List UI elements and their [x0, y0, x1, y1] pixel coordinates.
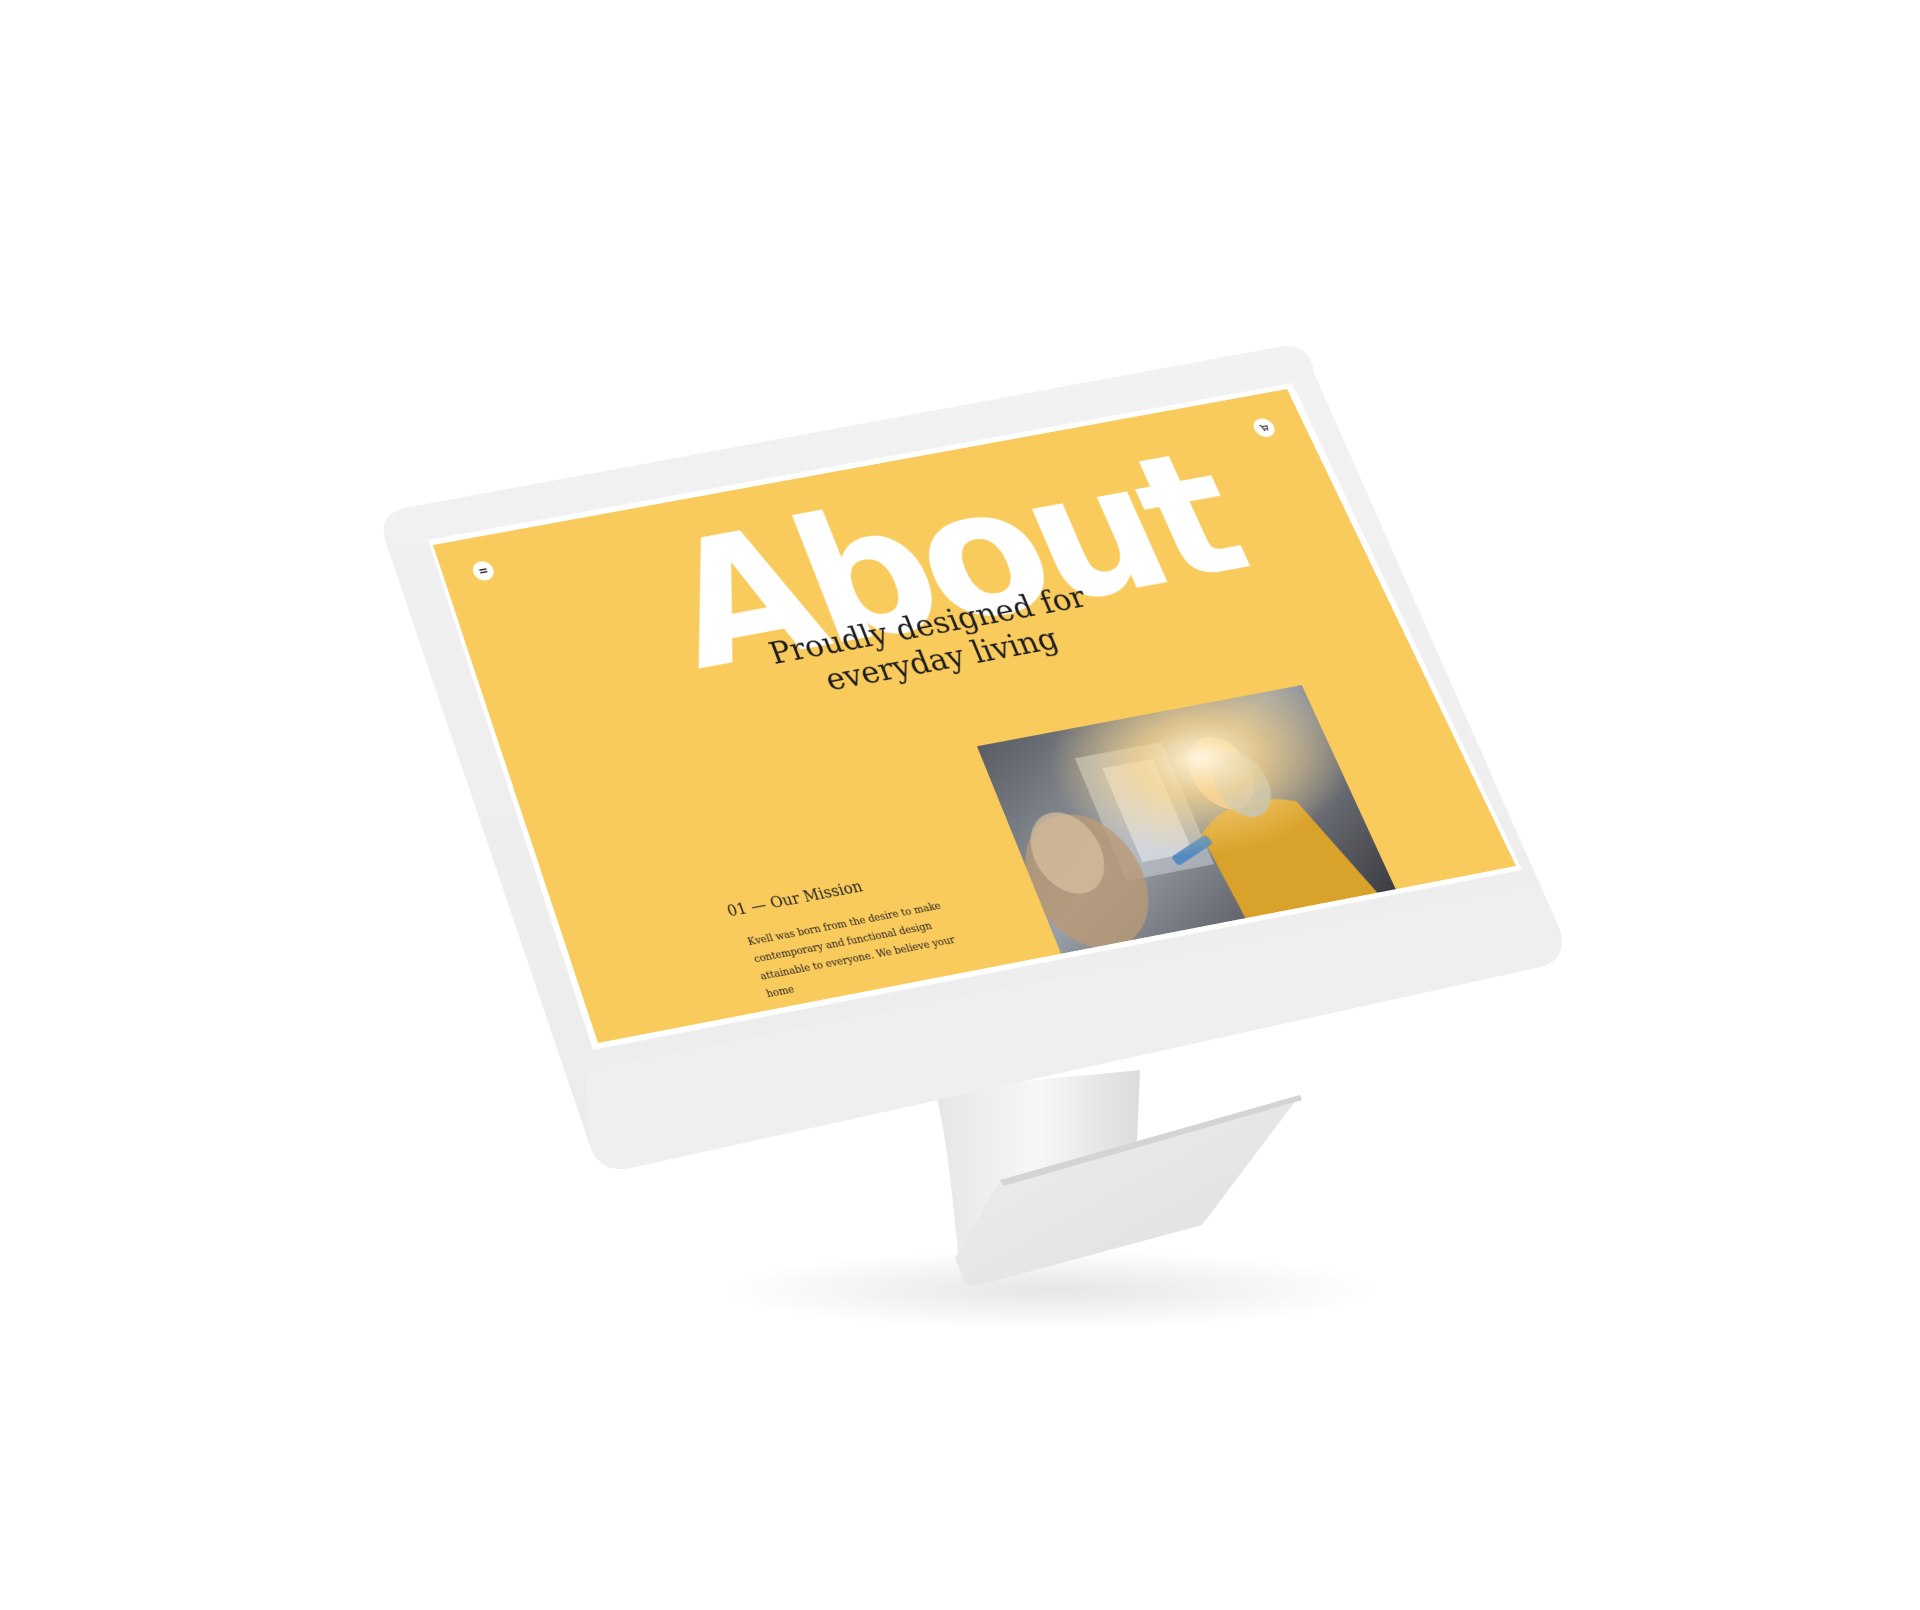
menu-icon — [479, 568, 488, 574]
scene: About Proudly designed for everyday livi… — [0, 0, 1920, 1610]
cart-icon — [1258, 423, 1270, 432]
menu-button[interactable] — [470, 559, 497, 583]
cart-button[interactable] — [1250, 417, 1278, 439]
mission-heading: 01 — Our Mission — [724, 876, 865, 921]
